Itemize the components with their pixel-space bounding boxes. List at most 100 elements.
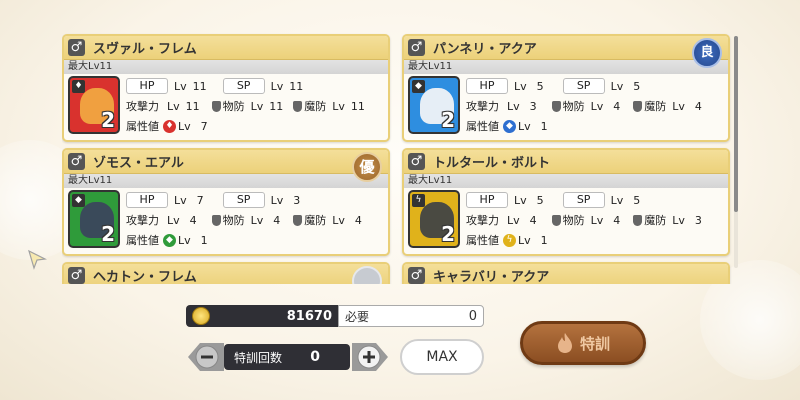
lv-label: Lv — [167, 99, 180, 113]
monster-portrait: ϟ 2 — [408, 190, 460, 248]
shield-icon — [633, 214, 643, 226]
scrollbar-thumb[interactable] — [734, 36, 738, 212]
lv-label: Lv — [518, 233, 531, 247]
male-icon: ♂ — [68, 267, 85, 284]
phys-def-value: 11 — [269, 99, 284, 113]
attack-label: 攻撃力 — [126, 100, 159, 113]
lv-label: Lv — [672, 213, 685, 227]
shield-icon — [633, 100, 643, 112]
fire-element-icon: ♦ — [72, 80, 85, 93]
fire-icon: ♦ — [163, 119, 176, 133]
coin-balance: 81670 — [186, 305, 338, 327]
attack-value: 4 — [529, 213, 537, 227]
rank-number: 2 — [441, 108, 455, 132]
list-scrollbar[interactable] — [734, 36, 738, 268]
monster-list[interactable]: ♂ スヴァル・フレム 最大Lv11 ♦ 2 HP Lv 11 SP Lv 11 — [62, 32, 742, 284]
shield-icon — [551, 214, 561, 226]
phys-def-value: 4 — [613, 99, 621, 113]
monster-card[interactable]: ♂ パンネリ・アクア 最大Lv11 良 ◆ 2 HP Lv 5 SP Lv 5 — [402, 34, 730, 142]
hp-value: 11 — [192, 79, 207, 93]
lv-label: Lv — [590, 99, 604, 113]
monster-name: ゾモス・エアル — [93, 156, 184, 171]
attribute-label: 属性値 — [466, 234, 499, 247]
mag-def-value: 3 — [694, 213, 702, 227]
attack-label: 攻撃力 — [466, 100, 499, 113]
max-level: 最大Lv11 — [404, 174, 728, 188]
lv-label: Lv — [270, 79, 284, 93]
male-icon: ♂ — [408, 39, 425, 56]
hp-value: 5 — [536, 79, 544, 93]
stats-block: HP Lv 7 SP Lv 3 攻撃力 Lv 4 物防 Lv 4 魔防 Lv 4… — [126, 190, 384, 250]
monster-card[interactable]: ♂ ヘカトン・フレム — [62, 262, 390, 284]
required-cost: 必要 0 — [338, 305, 484, 327]
stats-block: HP Lv 5 SP Lv 5 攻撃力 Lv 3 物防 Lv 4 魔防 Lv 4… — [466, 76, 724, 136]
hp-label: HP — [126, 192, 168, 208]
lv-label: Lv — [174, 193, 187, 207]
stats-block: HP Lv 5 SP Lv 5 攻撃力 Lv 4 物防 Lv 4 魔防 Lv 3… — [466, 190, 724, 250]
sp-label: SP — [562, 192, 605, 208]
hp-value: 5 — [536, 193, 544, 207]
hp-label: HP — [466, 78, 508, 94]
monster-card[interactable]: ♂ キャラバリ・アクア — [402, 262, 730, 284]
male-icon: ♂ — [408, 267, 425, 284]
mag-def-value: 4 — [694, 99, 702, 113]
sp-value: 11 — [289, 79, 304, 93]
phys-def-value: 4 — [273, 213, 281, 227]
train-button[interactable]: 特訓 — [520, 321, 646, 365]
monster-card[interactable]: ♂ ゾモス・エアル 最大Lv11 優 ◆ 2 HP Lv 7 SP Lv 3 攻… — [62, 148, 390, 256]
phys-def-label: 物防 — [562, 100, 585, 113]
attack-label: 攻撃力 — [126, 214, 159, 227]
monster-card[interactable]: ♂ トルタール・ボルト 最大Lv11 ϟ 2 HP Lv 5 SP Lv 5 攻… — [402, 148, 730, 256]
attribute-value: 1 — [540, 119, 548, 133]
monster-name: スヴァル・フレム — [93, 42, 197, 57]
max-level: 最大Lv11 — [64, 174, 388, 188]
mag-def-value: 11 — [350, 99, 365, 113]
hp-label: HP — [126, 78, 168, 94]
sp-label: SP — [562, 78, 605, 94]
mag-def-value: 4 — [354, 213, 362, 227]
lv-label: Lv — [507, 99, 520, 113]
stats-block: HP Lv 11 SP Lv 11 攻撃力 Lv 11 物防 Lv 11 魔防 — [126, 76, 384, 136]
aqua-element-icon: ◆ — [412, 80, 425, 93]
max-button[interactable]: MAX — [400, 339, 484, 375]
lv-label: Lv — [178, 233, 191, 247]
monster-card[interactable]: ♂ スヴァル・フレム 最大Lv11 ♦ 2 HP Lv 11 SP Lv 11 — [62, 34, 390, 142]
lv-label: Lv — [178, 119, 191, 133]
thunder-element-icon: ϟ — [412, 194, 425, 207]
lv-label: Lv — [610, 79, 624, 93]
card-header: ♂ トルタール・ボルト — [404, 150, 728, 174]
lv-label: Lv — [610, 193, 624, 207]
monster-portrait: ◆ 2 — [68, 190, 120, 248]
lv-label: Lv — [332, 99, 345, 113]
decrease-button[interactable] — [186, 340, 224, 374]
lv-label: Lv — [672, 99, 685, 113]
mag-def-label: 魔防 — [304, 100, 327, 113]
attack-label: 攻撃力 — [466, 214, 499, 227]
male-icon: ♂ — [68, 153, 85, 170]
hp-value: 7 — [196, 193, 204, 207]
sp-value: 5 — [633, 79, 641, 93]
increase-button[interactable] — [352, 340, 390, 374]
sp-value: 5 — [633, 193, 641, 207]
phys-def-value: 4 — [613, 213, 621, 227]
max-level: 最大Lv11 — [404, 60, 728, 74]
monster-name: トルタール・ボルト — [433, 156, 551, 171]
rank-number: 2 — [441, 222, 455, 246]
shield-icon — [211, 100, 221, 112]
lv-label: Lv — [514, 79, 527, 93]
lv-label: Lv — [518, 119, 531, 133]
thunder-icon: ϟ — [503, 233, 516, 247]
attribute-label: 属性値 — [466, 120, 499, 133]
cursor-arrow-icon — [28, 249, 47, 270]
rank-number: 2 — [101, 108, 115, 132]
training-count-value: 0 — [310, 349, 320, 365]
lv-label: Lv — [332, 213, 345, 227]
mag-def-label: 魔防 — [644, 100, 667, 113]
lv-label: Lv — [167, 213, 180, 227]
attribute-value: 7 — [200, 119, 208, 133]
hp-label: HP — [466, 192, 508, 208]
quality-badge-excellent: 優 — [352, 152, 382, 182]
monster-portrait: ♦ 2 — [68, 76, 120, 134]
male-icon: ♂ — [408, 153, 425, 170]
flame-icon — [557, 333, 572, 353]
